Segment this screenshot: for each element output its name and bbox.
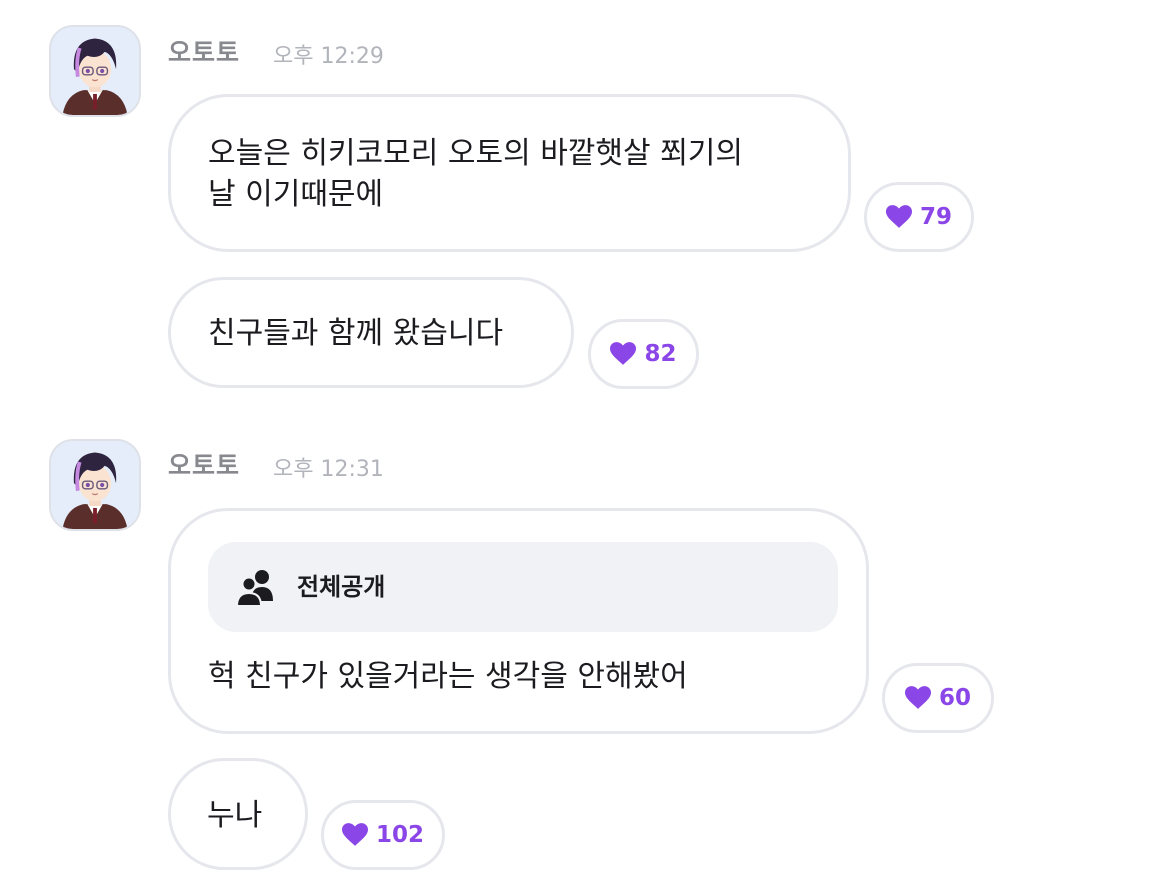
message-bubble[interactable]: 친구들과 함께 왔습니다	[168, 277, 574, 388]
like-button[interactable]: 79	[864, 182, 974, 252]
like-count: 82	[644, 341, 677, 367]
sender-name: 오토토	[168, 451, 241, 480]
message-timestamp: 오후 12:29	[273, 44, 384, 69]
people-icon	[235, 567, 277, 607]
avatar[interactable]	[49, 25, 141, 117]
message-text: 친구들과 함께 왔습니다	[208, 316, 504, 351]
like-button[interactable]: 60	[882, 663, 994, 733]
visibility-label: 전체공개	[297, 572, 386, 601]
sender-name: 오토토	[168, 38, 241, 67]
avatar[interactable]	[49, 439, 141, 531]
message-bubble[interactable]: 오늘은 히키코모리 오토의 바깥햇살 쬐기의 날 이기때문에	[168, 94, 851, 252]
message-text: 헉 친구가 있을거라는 생각을 안해봤어	[208, 659, 688, 694]
avatar-icon	[51, 27, 139, 115]
like-button[interactable]: 102	[321, 800, 445, 870]
like-count: 60	[938, 685, 971, 711]
message-bubble[interactable]: 누나	[168, 758, 308, 870]
heart-icon	[885, 205, 912, 229]
heart-icon	[341, 823, 368, 847]
avatar-icon	[51, 441, 139, 529]
message-bubble[interactable]: 전체공개 헉 친구가 있을거라는 생각을 안해봤어	[168, 508, 869, 734]
heart-icon	[610, 342, 637, 366]
like-count: 102	[375, 822, 424, 848]
message-text: 오늘은 히키코모리 오토의 바깥햇살 쬐기의 날 이기때문에	[208, 136, 743, 212]
message-timestamp: 오후 12:31	[273, 457, 384, 482]
like-count: 79	[919, 204, 952, 230]
like-button[interactable]: 82	[588, 319, 699, 389]
heart-icon	[904, 686, 931, 710]
message-text: 누나	[207, 798, 263, 833]
visibility-card: 전체공개	[208, 542, 838, 632]
